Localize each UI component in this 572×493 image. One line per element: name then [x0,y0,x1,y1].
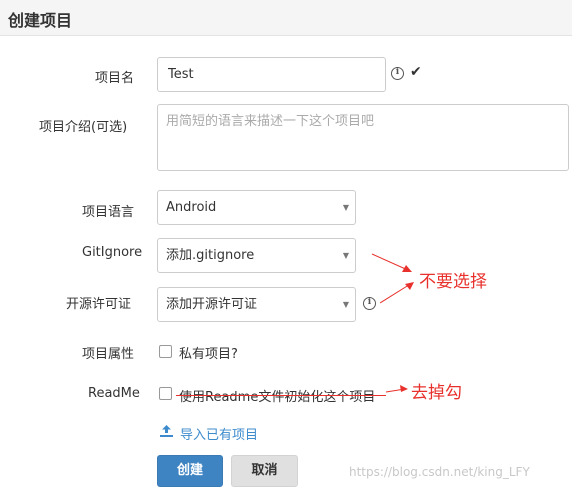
annotation-remove-check: 去掉勾 [411,383,462,403]
annotation-no-select: 不要选择 [419,272,487,292]
annotation-arrows [371,253,414,393]
watermark: https://blog.csdn.net/king_LFY [349,465,530,479]
